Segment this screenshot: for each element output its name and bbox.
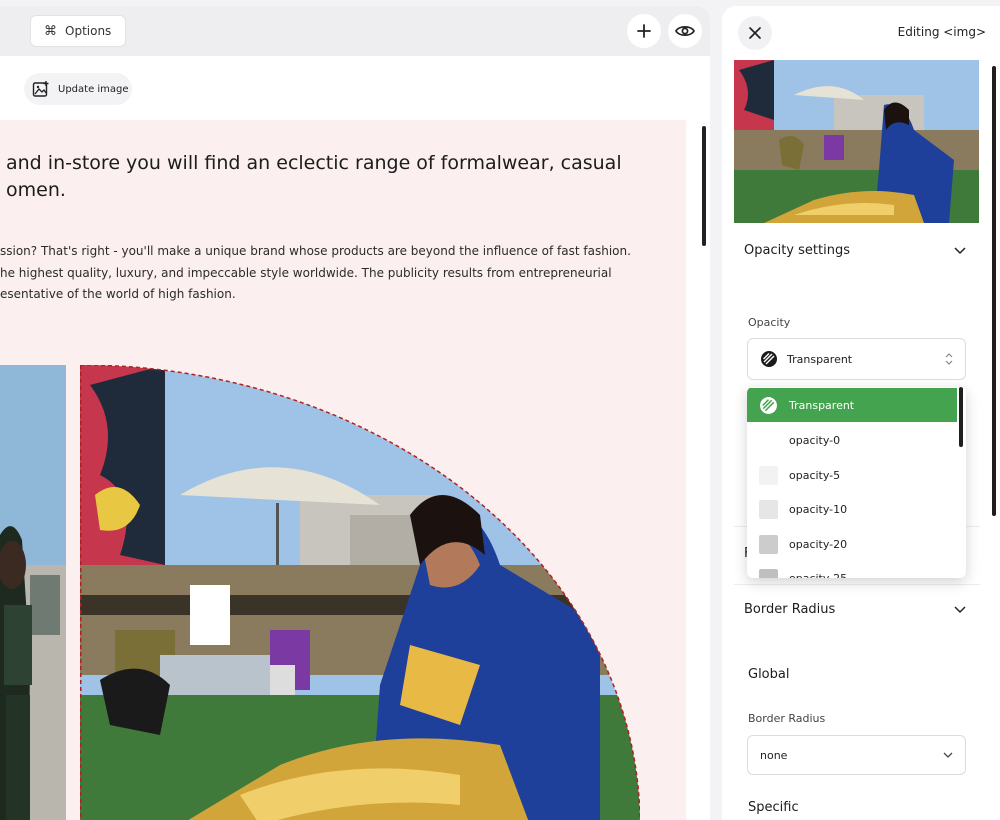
headline-line: and in-store you will find an eclectic r… xyxy=(6,152,622,174)
chevron-down-icon xyxy=(954,246,966,254)
border-radius-select-value: none xyxy=(760,748,788,762)
opacity-field-label: Opacity xyxy=(748,316,791,329)
gallery-image-left[interactable] xyxy=(0,365,66,820)
global-subheading: Global xyxy=(748,667,790,682)
swatch xyxy=(759,466,778,485)
chevron-down-icon xyxy=(943,752,953,758)
option-label: opacity-0 xyxy=(789,433,841,447)
dropdown-option[interactable]: opacity-5 xyxy=(747,458,957,492)
options-button[interactable]: ⌘ Options xyxy=(30,15,126,47)
border-radius-select[interactable]: none xyxy=(747,735,966,775)
divider xyxy=(734,584,980,585)
swatch xyxy=(759,569,778,578)
border-radius-field-label: Border Radius xyxy=(748,712,826,725)
plus-icon xyxy=(637,24,651,38)
border-radius-title: Border Radius xyxy=(744,602,836,617)
border-radius-header[interactable]: Border Radius xyxy=(744,602,966,617)
dropdown-option[interactable]: opacity-20 xyxy=(747,527,957,561)
image-add-icon xyxy=(32,81,49,97)
dropdown-option[interactable]: opacity-0 xyxy=(747,423,957,457)
transparent-icon xyxy=(760,397,777,414)
option-label: opacity-20 xyxy=(789,537,848,551)
options-button-label: Options xyxy=(65,24,112,38)
selected-image[interactable] xyxy=(80,365,640,820)
transparent-icon xyxy=(761,351,777,367)
dropdown-option[interactable]: opacity-25 xyxy=(747,561,957,578)
specific-subheading: Specific xyxy=(748,800,799,815)
editor-area: ⌘ Options Update image and in-store you … xyxy=(0,6,710,820)
page-canvas: and in-store you will find an eclectic r… xyxy=(0,120,686,820)
swatch xyxy=(759,500,778,519)
option-label: opacity-10 xyxy=(789,502,848,516)
dropdown-option[interactable]: Transparent xyxy=(747,388,957,422)
opacity-select-value: Transparent xyxy=(787,352,853,366)
opacity-settings-header[interactable]: Opacity settings xyxy=(744,243,966,258)
inspector-panel: Editing <img> Opacity settings Opacity T… xyxy=(722,6,1000,820)
dropdown-option[interactable]: opacity-10 xyxy=(747,492,957,526)
paragraph-line: he highest quality, luxury, and impeccab… xyxy=(0,265,612,280)
section-paragraph[interactable]: ssion? That's right - you'll make a uniq… xyxy=(0,241,660,306)
opacity-select[interactable]: Transparent xyxy=(747,338,966,380)
swatch xyxy=(759,431,778,450)
command-icon: ⌘ xyxy=(44,23,57,39)
close-icon xyxy=(749,27,761,39)
chevron-down-icon xyxy=(954,605,966,613)
opacity-dropdown-list: Transparent opacity-0 opacity-5 opacity-… xyxy=(747,387,966,578)
option-label: opacity-25 xyxy=(789,571,848,579)
panel-scrollbar[interactable] xyxy=(992,66,996,516)
canvas-scrollbar[interactable] xyxy=(702,126,706,246)
paragraph-line: ssion? That's right - you'll make a uniq… xyxy=(0,244,631,258)
editing-element-label: Editing <img> xyxy=(897,25,986,39)
preview-button[interactable] xyxy=(668,14,702,48)
close-button[interactable] xyxy=(738,16,772,50)
update-image-label: Update image xyxy=(58,83,129,95)
update-image-button[interactable]: Update image xyxy=(24,73,132,105)
opacity-settings-title: Opacity settings xyxy=(744,243,850,258)
option-label: Transparent xyxy=(789,398,855,412)
dropdown-scrollbar[interactable] xyxy=(959,387,963,447)
headline-line: omen. xyxy=(6,179,66,201)
swatch xyxy=(759,535,778,554)
editor-toolbar: ⌘ Options xyxy=(0,6,710,56)
option-label: opacity-5 xyxy=(789,468,841,482)
image-preview-thumbnail xyxy=(734,60,979,223)
eye-icon xyxy=(675,26,695,36)
add-button[interactable] xyxy=(627,14,661,48)
up-down-chevron-icon xyxy=(945,353,953,365)
section-headline[interactable]: and in-store you will find an eclectic r… xyxy=(6,150,646,204)
paragraph-line: esentative of the world of high fashion. xyxy=(0,287,236,301)
